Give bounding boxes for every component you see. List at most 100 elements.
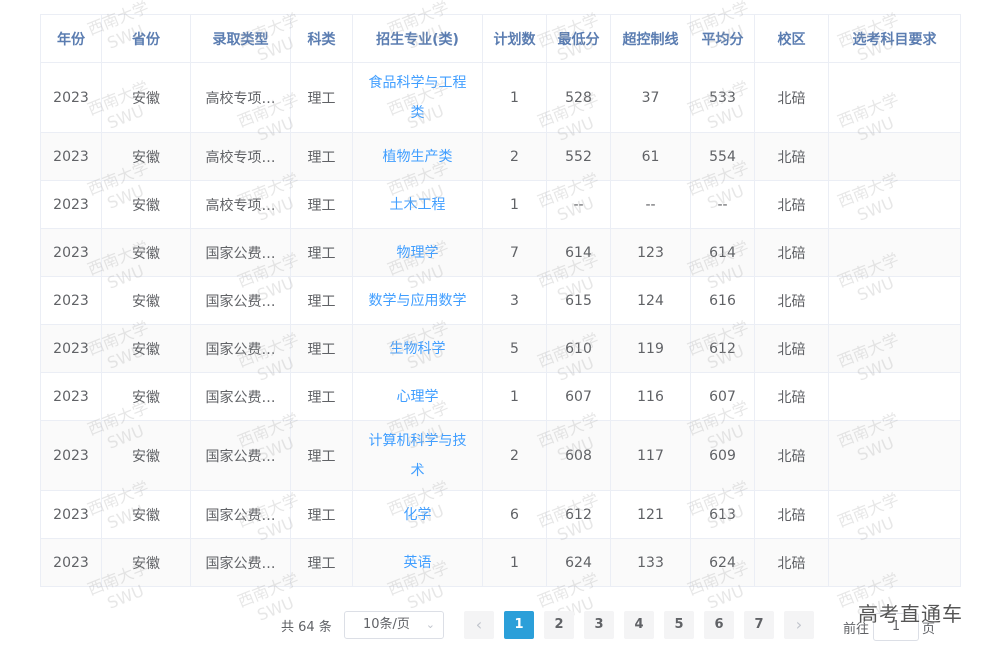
page-button-5[interactable]: 5	[664, 611, 694, 639]
cell-subject-requirement	[828, 372, 961, 421]
cell-admission-type: 国家公费…	[190, 324, 291, 373]
cell-category: 理工	[290, 180, 353, 229]
cell-min-score: 552	[546, 132, 611, 181]
cell-min-score: --	[546, 180, 611, 229]
admission-score-table: 年份 省份 录取类型 科类 招生专业(类) 计划数 最低分 超控制线 平均分 校…	[40, 14, 961, 587]
header-admission-type: 录取类型	[190, 14, 291, 63]
cell-plan-count: 7	[482, 228, 547, 277]
cell-admission-type: 国家公费…	[190, 420, 291, 491]
cell-over-line: 37	[610, 62, 691, 133]
cell-plan-count: 1	[482, 372, 547, 421]
cell-over-line: 61	[610, 132, 691, 181]
cell-plan-count: 6	[482, 490, 547, 539]
major-link[interactable]: 生物科学	[390, 334, 446, 364]
table-row: 2023 安徽 国家公费… 理工 英语 1 624 133 624 北碚	[40, 538, 961, 587]
table-row: 2023 安徽 高校专项… 理工 土木工程 1 -- -- -- 北碚	[40, 180, 961, 229]
cell-min-score: 624	[546, 538, 611, 587]
cell-category: 理工	[290, 228, 353, 277]
page-size-value: 10条/页	[363, 617, 410, 632]
cell-year: 2023	[40, 372, 102, 421]
table-row: 2023 安徽 国家公费… 理工 数学与应用数学 3 615 124 616 北碚	[40, 276, 961, 325]
chevron-left-icon: ‹	[475, 615, 483, 634]
cell-province: 安徽	[101, 132, 191, 181]
cell-campus: 北碚	[754, 372, 829, 421]
prev-page-button[interactable]: ‹	[464, 611, 494, 639]
cell-major: 植物生产类	[352, 132, 483, 181]
cell-province: 安徽	[101, 180, 191, 229]
cell-year: 2023	[40, 324, 102, 373]
cell-year: 2023	[40, 538, 102, 587]
cell-major: 数学与应用数学	[352, 276, 483, 325]
cell-province: 安徽	[101, 62, 191, 133]
cell-subject-requirement	[828, 324, 961, 373]
cell-over-line: 119	[610, 324, 691, 373]
cell-avg-score: --	[690, 180, 755, 229]
cell-min-score: 614	[546, 228, 611, 277]
cell-subject-requirement	[828, 420, 961, 491]
cell-avg-score: 612	[690, 324, 755, 373]
cell-major: 英语	[352, 538, 483, 587]
cell-min-score: 607	[546, 372, 611, 421]
header-category: 科类	[290, 14, 353, 63]
cell-over-line: 124	[610, 276, 691, 325]
header-over-line: 超控制线	[610, 14, 691, 63]
cell-major: 物理学	[352, 228, 483, 277]
header-year: 年份	[40, 14, 102, 63]
page-size-select[interactable]: 10条/页 ⌄	[344, 611, 444, 639]
table-row: 2023 安徽 高校专项… 理工 食品科学与工程类 1 528 37 533 北碚	[40, 62, 961, 133]
header-major: 招生专业(类)	[352, 14, 483, 63]
cell-avg-score: 607	[690, 372, 755, 421]
total-count: 共 64 条	[281, 620, 332, 635]
major-link[interactable]: 英语	[404, 548, 432, 578]
cell-plan-count: 3	[482, 276, 547, 325]
page: 年份 省份 录取类型 科类 招生专业(类) 计划数 最低分 超控制线 平均分 校…	[0, 0, 995, 651]
major-link[interactable]: 心理学	[397, 382, 439, 412]
cell-major: 食品科学与工程类	[352, 62, 483, 133]
table-header-row: 年份 省份 录取类型 科类 招生专业(类) 计划数 最低分 超控制线 平均分 校…	[40, 14, 961, 63]
page-button-3[interactable]: 3	[584, 611, 614, 639]
cell-subject-requirement	[828, 538, 961, 587]
cell-admission-type: 高校专项…	[190, 62, 291, 133]
cell-plan-count: 2	[482, 420, 547, 491]
major-link[interactable]: 计算机科学与技术	[364, 426, 472, 486]
cell-avg-score: 554	[690, 132, 755, 181]
header-province: 省份	[101, 14, 191, 63]
major-link[interactable]: 土木工程	[390, 190, 446, 220]
corner-logo-text: 高考直通车	[858, 602, 963, 626]
page-button-7[interactable]: 7	[744, 611, 774, 639]
cell-avg-score: 613	[690, 490, 755, 539]
page-button-2[interactable]: 2	[544, 611, 574, 639]
cell-year: 2023	[40, 490, 102, 539]
cell-subject-requirement	[828, 490, 961, 539]
cell-plan-count: 5	[482, 324, 547, 373]
cell-admission-type: 高校专项…	[190, 132, 291, 181]
cell-over-line: 116	[610, 372, 691, 421]
header-subject-requirement: 选考科目要求	[828, 14, 961, 63]
major-link[interactable]: 化学	[404, 500, 432, 530]
table-row: 2023 安徽 国家公费… 理工 心理学 1 607 116 607 北碚	[40, 372, 961, 421]
cell-province: 安徽	[101, 490, 191, 539]
page-button-4[interactable]: 4	[624, 611, 654, 639]
cell-subject-requirement	[828, 132, 961, 181]
cell-over-line: 121	[610, 490, 691, 539]
chevron-down-icon: ⌄	[425, 618, 435, 631]
cell-plan-count: 1	[482, 62, 547, 133]
page-button-6[interactable]: 6	[704, 611, 734, 639]
cell-over-line: 133	[610, 538, 691, 587]
cell-over-line: 117	[610, 420, 691, 491]
major-link[interactable]: 食品科学与工程类	[364, 68, 472, 128]
pagination: 共 64 条 10条/页 ⌄ ‹ 1 2 3 4 5 6 7 › 前往 1 页	[0, 611, 995, 641]
major-link[interactable]: 数学与应用数学	[369, 286, 467, 316]
next-page-button[interactable]: ›	[784, 611, 814, 639]
cell-over-line: --	[610, 180, 691, 229]
cell-province: 安徽	[101, 324, 191, 373]
table-row: 2023 安徽 国家公费… 理工 物理学 7 614 123 614 北碚	[40, 228, 961, 277]
major-link[interactable]: 植物生产类	[383, 142, 453, 172]
cell-avg-score: 624	[690, 538, 755, 587]
major-link[interactable]: 物理学	[397, 238, 439, 268]
page-button-1[interactable]: 1	[504, 611, 534, 639]
cell-subject-requirement	[828, 228, 961, 277]
cell-admission-type: 国家公费…	[190, 228, 291, 277]
table-row: 2023 安徽 高校专项… 理工 植物生产类 2 552 61 554 北碚	[40, 132, 961, 181]
cell-campus: 北碚	[754, 62, 829, 133]
